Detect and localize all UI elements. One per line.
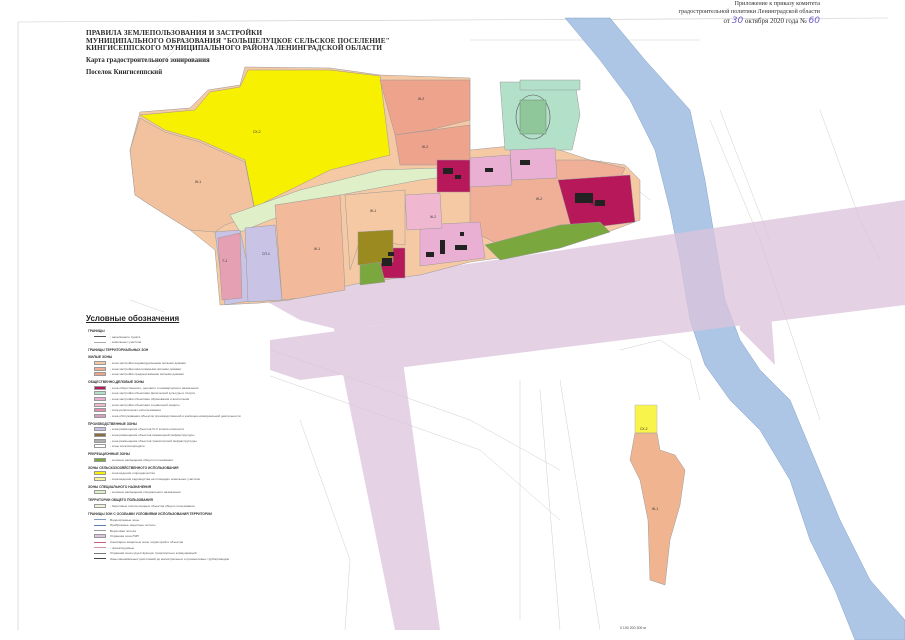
legend-title: Условные обозначения	[86, 314, 180, 323]
legend-heading: ГРАНИЦЫ ТЕРРИТОРИАЛЬНЫХ ЗОН	[88, 348, 149, 353]
legend-row: - береговые полосы водных объектов общег…	[86, 503, 270, 509]
title-line-3: КИНГИСЕППСКОГО МУНИЦИПАЛЬНОГО РАЙОНА ЛЕН…	[86, 44, 383, 53]
legend-heading: ГРАНИЦЫ ЗОН С ОСОБЫМИ УСЛОВИЯМИ ИСПОЛЬЗО…	[88, 511, 212, 516]
legend-row: - зоны электропередачи	[86, 443, 270, 449]
legend-heading: ЗОНЫ СПЕЦИАЛЬНОГО НАЗНАЧЕНИЯ	[88, 484, 152, 489]
date-day: 30	[731, 15, 744, 26]
zone-label: Ж-1	[195, 180, 201, 184]
zone-label: Ж-2	[536, 197, 542, 201]
legend-heading: ГРАНИЦЫ	[88, 329, 105, 333]
zone-transport	[217, 232, 243, 301]
zone-label: Ж-2	[418, 97, 424, 101]
zone-green-3	[519, 79, 581, 91]
legend-heading: ПРОИЗВОДСТВЕННЫЕ ЗОНЫ	[88, 421, 137, 426]
zone-label: Т-1	[222, 259, 227, 263]
zone-label: СХ-2	[640, 427, 648, 431]
zone-label: СП-1	[262, 252, 270, 256]
approval-stamp: Приложение к приказу комитета градострои…	[650, 0, 820, 27]
zone-label: Ж-2	[430, 215, 436, 219]
zone-public-pink-2	[509, 147, 558, 181]
settlement-name: Поселок Кингисеппский	[86, 68, 163, 76]
date-rest: октября 2020 года №	[744, 16, 807, 25]
map-title-block: ПРАВИЛА ЗЕМЛЕПОЛЬЗОВАНИЯ И ЗАСТРОЙКИ МУН…	[86, 29, 426, 76]
scale-bar: 0 100 200 300 м	[620, 626, 646, 630]
legend-heading: ТЕРРИТОРИИ ОБЩЕГО ПОЛЬЗОВАНИЯ	[88, 498, 153, 503]
zone-public-dark-1	[436, 159, 471, 193]
map-name: Карта градостроительного зонирования	[86, 56, 210, 64]
stamp-line-2: градостроительной политики Ленинградской…	[678, 7, 820, 15]
legend-heading: ОБЩЕСТВЕННО-ДЕЛОВЫЕ ЗОНЫ	[88, 379, 145, 384]
legend-heading: ЗОНЫ СЕЛЬСКОХОЗЯЙСТВЕННОГО ИСПОЛЬЗОВАНИЯ	[88, 465, 179, 470]
south-settlement	[629, 404, 686, 586]
zone-public-pink-4	[404, 192, 443, 231]
legend-row: - зеленые насаждения общего пользования	[86, 457, 270, 463]
legend-row: - зона застройки среднеэтажными жилыми д…	[86, 371, 270, 377]
zone-label: Ж-2	[422, 145, 428, 149]
legend-row: - зона ведения садоводства на площадях з…	[86, 476, 270, 482]
doc-number: 60	[808, 15, 820, 26]
date-prefix: от	[723, 16, 730, 25]
stamp-line-1: Приложение к приказу комитета	[734, 0, 820, 7]
legend-row: - земельных участков	[86, 340, 270, 346]
zone-label: ОД-1	[590, 202, 598, 206]
legend-row: - зеленые насаждения специального назнач…	[86, 490, 270, 496]
stamp-date: от 30 октября 2020 года № 60	[650, 15, 821, 27]
legend-heading: ЖИЛЫЕ ЗОНЫ	[88, 355, 113, 360]
legend-heading: РЕКРЕАЦИОННЫЕ ЗОНЫ	[88, 451, 130, 456]
zone-label: Ж-1	[314, 247, 320, 251]
legend-row: - зона обслуживания объектов производств…	[86, 413, 270, 419]
legend-row: Зоны минимальных расстояний до магистрал…	[86, 556, 270, 562]
zone-label: СХ-2	[253, 130, 261, 134]
map-legend: Условные обозначения ГРАНИЦЫ - населённо…	[82, 312, 270, 630]
zone-label: Ж-1	[652, 507, 658, 511]
zone-res-low-left	[274, 194, 346, 301]
zone-label: Ж-1	[370, 209, 376, 213]
